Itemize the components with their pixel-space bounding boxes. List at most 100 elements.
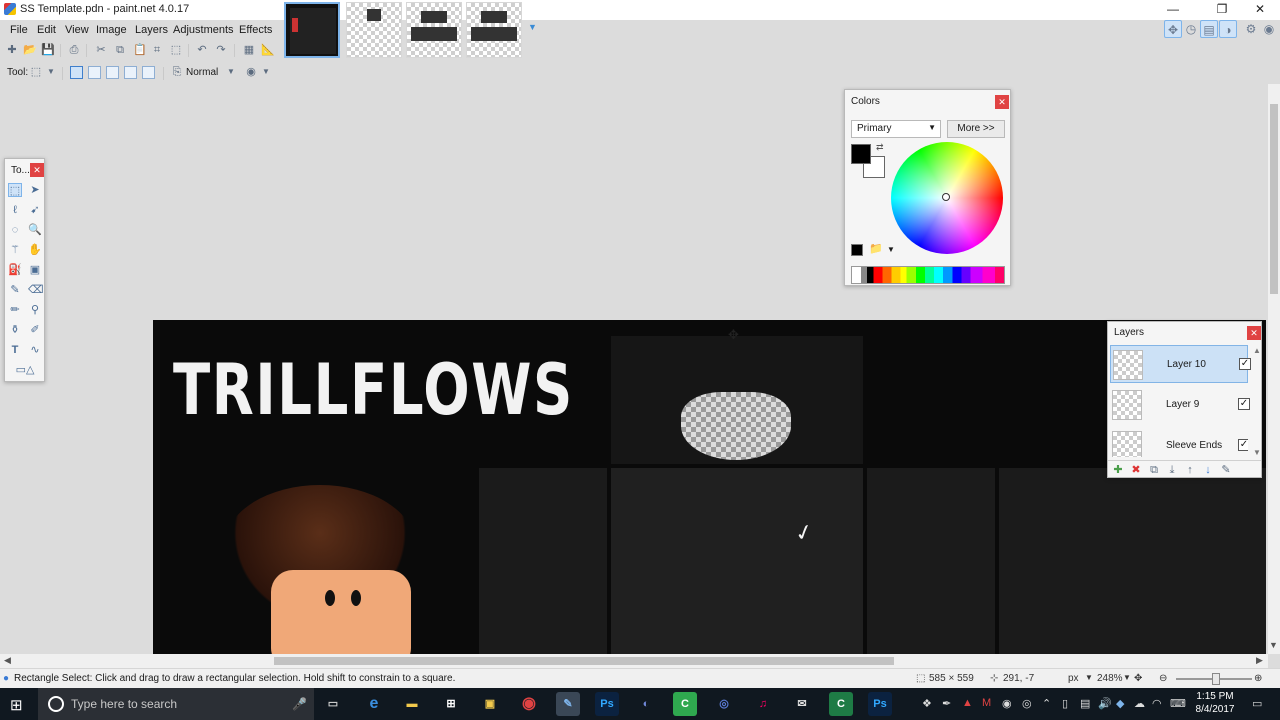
task-view-icon[interactable]: ▭ bbox=[321, 692, 345, 716]
image-tab-thumbnail[interactable] bbox=[466, 2, 522, 58]
zoom-out-icon[interactable]: ⊖ bbox=[1159, 673, 1167, 684]
chrome-icon[interactable]: ◉ bbox=[517, 692, 541, 716]
delete-layer-icon[interactable]: ✖ bbox=[1130, 464, 1142, 476]
pen-tray-icon[interactable]: ✒ bbox=[942, 697, 951, 710]
add-layer-icon[interactable]: ✚ bbox=[1112, 464, 1124, 476]
selection-mode-union-button[interactable] bbox=[88, 66, 101, 79]
layer-row[interactable]: Sleeve Ends ✓ bbox=[1110, 427, 1248, 457]
battery-icon[interactable]: ▯ bbox=[1062, 697, 1068, 710]
copy-icon[interactable]: ⧉ bbox=[114, 44, 126, 56]
mcafee-tray-icon[interactable]: M bbox=[982, 697, 991, 709]
windows-start-icon[interactable]: ⊞ bbox=[10, 696, 23, 714]
antialiasing-icon[interactable]: ◉ bbox=[245, 66, 257, 78]
colors-window-toggle-icon[interactable]: ◑ bbox=[1219, 20, 1237, 38]
vertical-scrollbar[interactable]: ▼ bbox=[1268, 84, 1280, 654]
swap-colors-icon[interactable]: ⇄ bbox=[876, 142, 884, 153]
image-tab-thumbnail[interactable] bbox=[406, 2, 462, 58]
grid-icon[interactable]: ▦ bbox=[243, 44, 255, 56]
move-layer-down-icon[interactable]: ↓ bbox=[1202, 464, 1214, 476]
open-file-icon[interactable]: 📂 bbox=[23, 44, 37, 56]
tray-app-icon[interactable]: ◆ bbox=[1116, 697, 1124, 710]
horizontal-scrollbar[interactable]: ◀ ▶ bbox=[0, 654, 1268, 668]
ruler-icon[interactable]: 📐 bbox=[261, 44, 275, 56]
selection-mode-exclude-button[interactable] bbox=[106, 66, 119, 79]
cut-icon[interactable]: ✂ bbox=[95, 44, 107, 56]
taskbar-search-box[interactable]: Type here to search 🎤 bbox=[38, 688, 314, 720]
chevron-up-icon[interactable]: ⌃ bbox=[1042, 697, 1051, 710]
blend-mode-select[interactable]: Normal bbox=[186, 67, 218, 78]
edge-browser-icon[interactable]: e bbox=[362, 692, 386, 716]
vertical-scroll-thumb[interactable] bbox=[1270, 104, 1278, 294]
layer-visibility-checkbox[interactable]: ✓ bbox=[1239, 358, 1251, 370]
image-canvas[interactable]: TRILLFLOWS ✓ bbox=[153, 320, 1266, 654]
print-icon[interactable]: ⎙ bbox=[68, 44, 80, 56]
menu-image[interactable]: Image bbox=[96, 24, 127, 36]
menu-edit[interactable]: Edit bbox=[37, 24, 56, 36]
layers-window-toggle-icon[interactable]: ▤ bbox=[1200, 20, 1218, 38]
layer-row[interactable]: Layer 9 ✓ bbox=[1110, 386, 1250, 424]
black-white-reset-icon[interactable] bbox=[851, 244, 863, 256]
steam-icon[interactable]: ◎ bbox=[712, 692, 736, 716]
onedrive-tray-icon[interactable]: ☁ bbox=[1134, 697, 1145, 710]
units-select[interactable]: px bbox=[1068, 673, 1079, 684]
selection-mode-replace-button[interactable] bbox=[70, 66, 83, 79]
zoom-in-icon[interactable]: ⊕ bbox=[1254, 673, 1262, 684]
menu-file[interactable]: File bbox=[10, 24, 28, 36]
close-tools-window-button[interactable]: ✕ bbox=[30, 163, 44, 177]
keyboard-icon[interactable]: ⌨ bbox=[1170, 697, 1186, 710]
zoom-to-window-icon[interactable]: ✥ bbox=[1134, 673, 1142, 684]
photoshop-second-icon[interactable]: Ps bbox=[868, 692, 892, 716]
gradient-tool-icon[interactable]: ▣ bbox=[28, 263, 42, 277]
selection-mode-intersect-button[interactable] bbox=[124, 66, 137, 79]
camtasia-icon[interactable]: C bbox=[829, 692, 853, 716]
zoom-level[interactable]: 248% bbox=[1097, 673, 1123, 684]
magic-wand-tool-icon[interactable]: ⚚ bbox=[8, 243, 22, 257]
layer-visibility-checkbox[interactable]: ✓ bbox=[1238, 398, 1250, 410]
thumbnail-dropdown-icon[interactable]: ▼ bbox=[528, 22, 537, 32]
pencil-tool-icon[interactable]: ✏ bbox=[8, 303, 22, 317]
paint-bucket-tool-icon[interactable]: ⛽ bbox=[8, 263, 22, 277]
new-file-icon[interactable]: ✚ bbox=[6, 44, 18, 56]
paintnet-taskbar-icon[interactable]: ✎ bbox=[556, 692, 580, 716]
undo-icon[interactable]: ↶ bbox=[196, 44, 208, 56]
palette-dropdown-icon[interactable]: ▼ bbox=[887, 245, 895, 254]
clone-stamp-tool-icon[interactable]: ⚱ bbox=[8, 323, 22, 337]
maximize-button[interactable]: ❐ bbox=[1204, 0, 1240, 20]
color-palette[interactable] bbox=[851, 266, 1005, 284]
close-window-button[interactable]: ✕ bbox=[1242, 0, 1278, 20]
deselect-icon[interactable]: ⬚ bbox=[170, 44, 182, 56]
tool-dropdown-icon[interactable]: ▼ bbox=[45, 66, 57, 78]
primary-color-swatch[interactable] bbox=[851, 144, 871, 164]
file-explorer-icon[interactable]: ▬ bbox=[400, 692, 424, 716]
blend-mode-dropdown-icon[interactable]: ▼ bbox=[225, 66, 237, 78]
help-icon[interactable]: ◉ bbox=[1260, 20, 1278, 38]
scroll-down-icon[interactable]: ▼ bbox=[1269, 640, 1278, 650]
scroll-right-icon[interactable]: ▶ bbox=[1256, 655, 1263, 666]
lasso-select-tool-icon[interactable]: ℓ bbox=[8, 203, 22, 217]
close-layers-window-button[interactable]: ✕ bbox=[1247, 326, 1261, 340]
zoom-tool-icon[interactable]: 🔍 bbox=[28, 223, 42, 237]
wifi-icon[interactable]: ◠ bbox=[1152, 697, 1162, 710]
pan-tool-icon[interactable]: ✋ bbox=[28, 243, 42, 257]
menu-view[interactable]: View bbox=[65, 24, 89, 36]
menu-adjustments[interactable]: Adjustments bbox=[173, 24, 234, 36]
color-wheel-picker[interactable] bbox=[942, 193, 950, 201]
dropbox-tray-icon[interactable]: ❖ bbox=[922, 697, 932, 710]
taskbar-clock[interactable]: 1:15 PM 8/4/2017 bbox=[1190, 690, 1240, 716]
move-selection-tool-icon[interactable]: ➹ bbox=[28, 203, 42, 217]
antialiasing-dropdown-icon[interactable]: ▼ bbox=[260, 66, 272, 78]
layer-row[interactable]: Layer 10 ✓ bbox=[1110, 345, 1251, 383]
units-dropdown-icon[interactable]: ▼ bbox=[1085, 673, 1093, 682]
store-icon[interactable]: ⊞ bbox=[439, 692, 463, 716]
history-window-toggle-icon[interactable]: ◷ bbox=[1182, 20, 1200, 38]
save-icon[interactable]: 💾 bbox=[41, 44, 55, 56]
merge-layer-down-icon[interactable]: ⤓ bbox=[1166, 464, 1178, 476]
move-selected-tool-icon[interactable]: ➤ bbox=[28, 183, 42, 197]
layers-scroll-down-icon[interactable]: ▼ bbox=[1253, 448, 1261, 457]
menu-layers[interactable]: Layers bbox=[135, 24, 168, 36]
line-curve-tool-icon[interactable]: ∿ bbox=[28, 343, 42, 357]
mail-icon[interactable]: ✉ bbox=[790, 692, 814, 716]
layer-visibility-checkbox[interactable]: ✓ bbox=[1238, 439, 1248, 451]
photoshop-icon[interactable]: Ps bbox=[595, 692, 619, 716]
primary-secondary-select[interactable]: Primary ▼ bbox=[851, 120, 941, 138]
